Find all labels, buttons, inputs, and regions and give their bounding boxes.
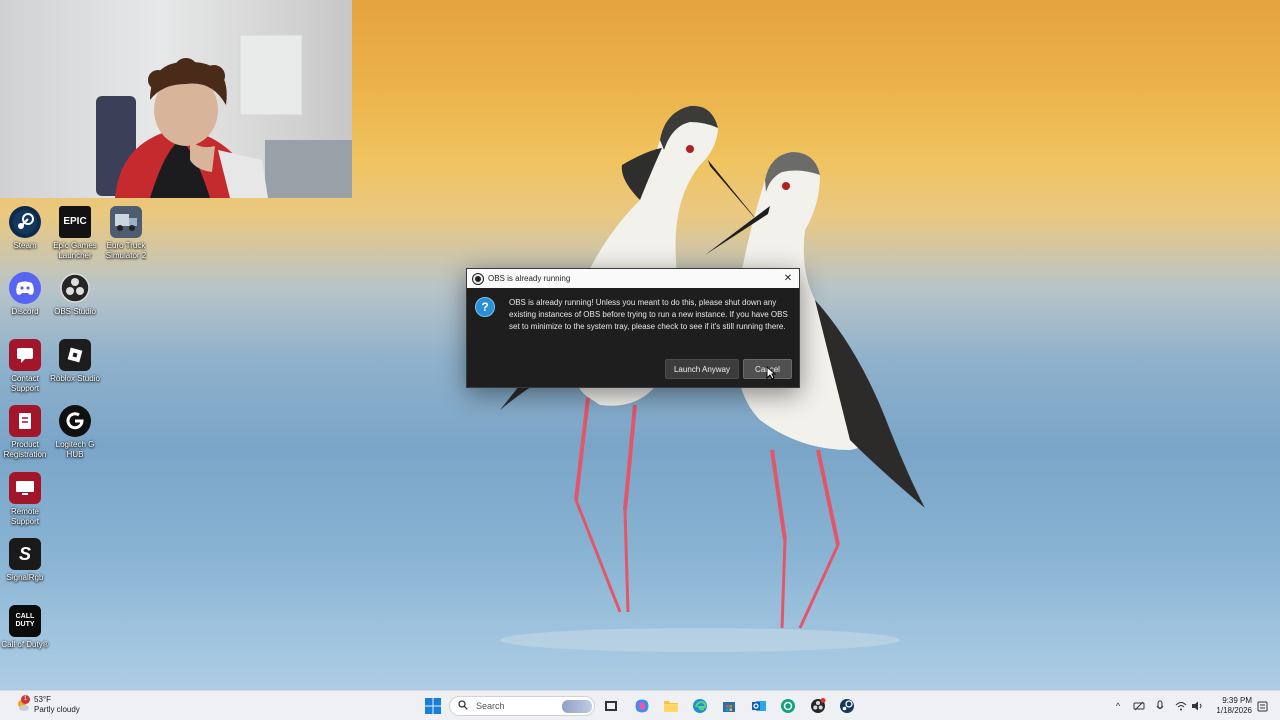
logitech-icon (59, 405, 91, 437)
chat-app-icon (781, 699, 795, 713)
desktop-icon-label: Remote Support (10, 507, 40, 526)
desktop-icon-logitech-g-hub[interactable]: Logitech G HUB (50, 405, 100, 460)
desktop-icon-epic-games[interactable]: EPIC Epic Games Launcher (50, 206, 100, 261)
show-hidden-icons-chevron-icon[interactable]: ^ (1112, 700, 1124, 712)
tray-network-drive-icon[interactable] (1133, 700, 1145, 712)
search-placeholder: Search (476, 701, 505, 711)
desktop-icon-product-registration[interactable]: Product Registration (0, 405, 50, 460)
desktop-icon-label: Roblox Studio (50, 374, 100, 383)
search-highlight-icon (562, 700, 592, 713)
desktop-icon-remote-support[interactable]: Remote Support (0, 472, 50, 527)
weather-badge: 1 (21, 695, 30, 704)
epic-games-icon: EPIC (59, 206, 91, 238)
taskbar: 1 53°F Partly cloudy Search ^ 9:39 PM 1/… (0, 690, 1280, 720)
contact-support-icon (9, 339, 41, 371)
obs-app-icon (473, 273, 483, 284)
search-icon (458, 700, 468, 712)
obs-icon (811, 698, 826, 713)
webcam-overlay (0, 0, 352, 198)
desktop-icon-label: Logitech G HUB (55, 440, 95, 459)
desktop-icon-label: Steam (13, 241, 37, 250)
desktop-icon-discord[interactable]: Discord (0, 272, 50, 317)
desktop-icon-signalrgb[interactable]: S SignalRgb (0, 538, 50, 583)
desktop-icon-label: Epic Games Launcher (53, 241, 97, 260)
weather-description: Partly cloudy (34, 705, 80, 714)
dialog-title: OBS is already running (488, 274, 571, 283)
call-of-duty-icon: CALL DUTY (9, 605, 41, 637)
taskbar-app-file-explorer[interactable] (662, 697, 680, 715)
copilot-icon (635, 699, 649, 713)
close-icon[interactable]: ✕ (777, 269, 799, 288)
dialog-titlebar[interactable]: OBS is already running ✕ (467, 269, 799, 288)
microphone-icon[interactable] (1154, 700, 1166, 712)
roblox-icon (59, 339, 91, 371)
windows-icon (425, 698, 441, 714)
taskbar-app-steam[interactable] (838, 697, 856, 715)
truck-icon (110, 206, 142, 238)
desktop-icon-label: Product Registration (3, 440, 47, 459)
product-registration-icon (9, 405, 41, 437)
start-button[interactable] (424, 697, 442, 715)
taskbar-app-copilot[interactable] (633, 697, 651, 715)
obs-icon (59, 272, 91, 304)
webcam-person (96, 34, 352, 198)
folder-icon (664, 701, 678, 712)
obs-already-running-dialog: OBS is already running ✕ ? OBS is alread… (466, 268, 800, 388)
dialog-body: ? OBS is already running! Unless you mea… (467, 288, 799, 333)
taskbar-app-edge[interactable] (691, 697, 709, 715)
remote-support-icon (9, 472, 41, 504)
desktop-icon-label: Discord (11, 307, 39, 316)
launch-anyway-button[interactable]: Launch Anyway (665, 359, 739, 379)
discord-icon (9, 272, 41, 304)
task-view-icon (605, 701, 617, 711)
desktop-icon-label: Euro Truck Simulator 2 (105, 241, 147, 260)
desktop-icon-label: OBS Studio (54, 307, 96, 316)
outlook-icon (752, 701, 766, 711)
desktop-icon-obs-studio[interactable]: OBS Studio (50, 272, 100, 317)
steam-icon (9, 206, 41, 238)
taskbar-app-outlook[interactable] (750, 697, 768, 715)
steam-icon (840, 699, 854, 713)
wifi-icon[interactable] (1175, 700, 1187, 712)
desktop-icon-contact-support[interactable]: Contact Support (0, 339, 50, 394)
taskbar-app-task-view[interactable] (602, 697, 620, 715)
weather-widget[interactable]: 1 53°F Partly cloudy (16, 695, 80, 715)
notification-bell-icon[interactable] (1256, 700, 1268, 712)
taskbar-app-chatgpt[interactable] (779, 697, 797, 715)
desktop-icon-euro-truck[interactable]: Euro Truck Simulator 2 (101, 206, 151, 261)
store-icon (723, 702, 735, 712)
weather-temperature: 53°F (34, 695, 51, 704)
desktop-icon-label: Call of Duty® (1, 640, 49, 649)
desktop-icon-roblox-studio[interactable]: Roblox Studio (50, 339, 100, 384)
desktop-icon-label: SignalRgb (6, 573, 44, 582)
volume-icon[interactable] (1191, 700, 1203, 712)
taskbar-clock[interactable]: 9:39 PM 1/18/2026 (1210, 696, 1252, 716)
desktop-icon-call-of-duty[interactable]: CALL DUTY Call of Duty® (0, 605, 50, 650)
mouse-pointer-icon (766, 366, 776, 380)
dialog-message: OBS is already running! Unless you meant… (509, 298, 788, 331)
clock-time: 9:39 PM (1222, 696, 1252, 705)
taskbar-search[interactable]: Search (449, 696, 595, 716)
desktop-icon-label: Contact Support (10, 374, 40, 393)
question-icon: ? (475, 297, 495, 317)
edge-icon (693, 699, 707, 713)
clock-date: 1/18/2026 (1216, 706, 1252, 715)
taskbar-app-store[interactable] (720, 697, 738, 715)
desktop-icon-steam[interactable]: Steam (0, 206, 50, 251)
taskbar-app-obs[interactable] (809, 697, 827, 715)
partly-cloudy-icon: 1 (16, 695, 30, 712)
signalrgb-icon: S (9, 538, 41, 570)
